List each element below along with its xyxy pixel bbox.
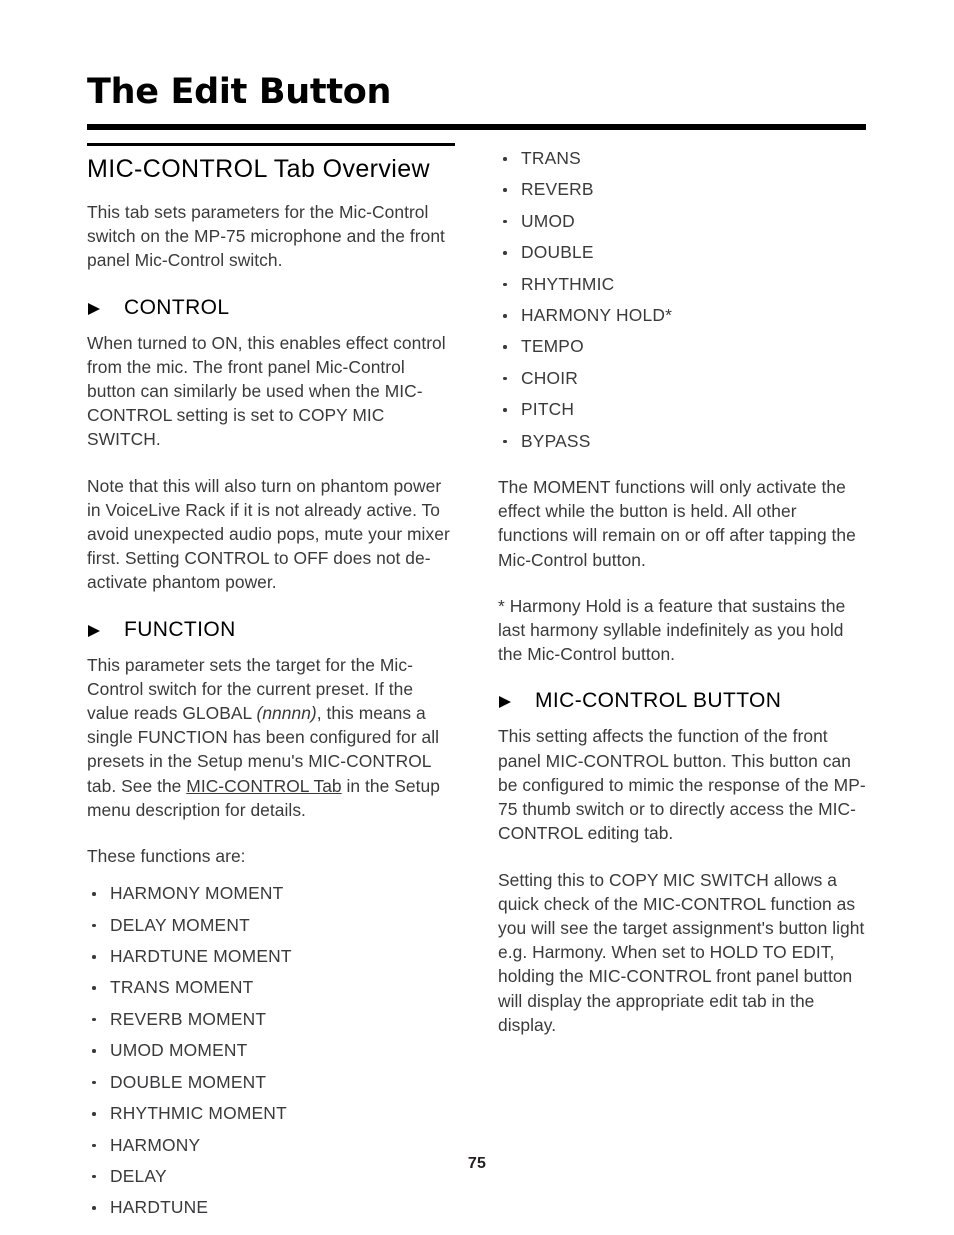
title-divider-rule bbox=[87, 124, 866, 130]
list-item: HARDTUNE bbox=[87, 1192, 455, 1223]
subheading-mic-control-button: MIC-CONTROL BUTTON bbox=[498, 688, 866, 714]
subheading-function-label: FUNCTION bbox=[124, 617, 236, 641]
list-item-label: PITCH bbox=[521, 399, 575, 420]
bullet-dot-icon bbox=[503, 157, 507, 161]
list-item-label: UMOD MOMENT bbox=[110, 1040, 248, 1061]
list-item-label: RHYTHMIC MOMENT bbox=[110, 1103, 287, 1124]
bullet-dot-icon bbox=[503, 251, 507, 255]
list-item: DOUBLE MOMENT bbox=[87, 1067, 455, 1098]
list-item: HARDTUNE MOMENT bbox=[87, 941, 455, 972]
bullet-dot-icon bbox=[503, 188, 507, 192]
harmony-hold-footnote: * Harmony Hold is a feature that sustain… bbox=[498, 595, 846, 665]
triangle-right-icon bbox=[498, 695, 512, 709]
title-block: The Edit Button bbox=[87, 72, 867, 130]
list-item-label: DELAY MOMENT bbox=[110, 914, 250, 935]
bullet-dot-icon bbox=[92, 1112, 96, 1116]
section-heading-mic-control-tab-overview: MIC-CONTROL Tab Overview bbox=[87, 155, 430, 183]
list-item: HARMONY HOLD* bbox=[498, 300, 866, 331]
bullet-dot-icon bbox=[503, 314, 507, 318]
bullet-dot-icon bbox=[92, 986, 96, 990]
list-item: UMOD bbox=[498, 206, 866, 237]
list-item-label: REVERB MOMENT bbox=[110, 1008, 267, 1029]
page-number: 75 bbox=[467, 1155, 487, 1172]
body-columns: MIC-CONTROL Tab Overview This tab sets p… bbox=[87, 143, 867, 1217]
list-item: CHOIR bbox=[498, 363, 866, 394]
function-paragraph: This parameter sets the target for the M… bbox=[87, 653, 455, 822]
bullet-dot-icon bbox=[92, 1206, 96, 1210]
list-item-label: TRANS MOMENT bbox=[110, 977, 254, 998]
list-item: DOUBLE bbox=[498, 237, 866, 268]
bullet-dot-icon bbox=[92, 1080, 96, 1085]
list-item-label: CHOIR bbox=[521, 367, 579, 388]
list-item-label: TRANS bbox=[521, 148, 581, 168]
bullet-dot-icon bbox=[92, 1174, 96, 1179]
section-divider-rule bbox=[87, 143, 455, 146]
list-item: REVERB bbox=[498, 174, 866, 205]
bullet-dot-icon bbox=[92, 955, 96, 959]
bullet-dot-icon bbox=[503, 408, 507, 412]
mic-control-button-paragraph-1: This setting affects the function of the… bbox=[498, 726, 866, 844]
moment-functions-paragraph: The MOMENT functions will only activate … bbox=[498, 477, 856, 570]
bullet-dot-icon bbox=[503, 376, 507, 381]
list-item: TRANS bbox=[498, 143, 866, 174]
right-column: TRANS REVERB UMOD DOUBLE RHYTHMIC HARMONY HOL… bbox=[498, 143, 866, 1059]
list-item-label: RHYTHMIC bbox=[521, 273, 615, 294]
list-item-label: BYPASS bbox=[521, 430, 591, 451]
triangle-right-icon bbox=[87, 624, 101, 638]
bullet-dot-icon bbox=[503, 345, 507, 349]
bullet-dot-icon bbox=[92, 1017, 96, 1022]
list-item: REVERB MOMENT bbox=[87, 1004, 455, 1035]
control-paragraph-2: Note that this will also turn on phantom… bbox=[87, 475, 450, 593]
list-item: RHYTHMIC bbox=[498, 269, 866, 300]
document-page: The Edit Button MIC-CONTROL Tab Overview… bbox=[0, 0, 954, 1235]
bullet-dot-icon bbox=[92, 1049, 96, 1053]
list-item: BYPASS bbox=[498, 426, 866, 457]
list-item-label: TEMPO bbox=[521, 336, 584, 357]
subheading-function: FUNCTION bbox=[87, 617, 455, 643]
list-item-label: DOUBLE bbox=[521, 242, 594, 263]
bullet-dot-icon bbox=[92, 923, 96, 928]
function-paragraph-italic-value: (nnnnn) bbox=[256, 703, 317, 724]
bullet-dot-icon bbox=[92, 892, 96, 896]
list-item: PITCH bbox=[498, 394, 866, 425]
functions-list-intro: These functions are: bbox=[87, 846, 246, 867]
bullet-dot-icon bbox=[503, 219, 507, 224]
list-item: TEMPO bbox=[498, 331, 866, 362]
bullet-dot-icon bbox=[92, 1143, 96, 1148]
subheading-control: CONTROL bbox=[87, 295, 455, 321]
list-item-label: HARMONY HOLD* bbox=[521, 305, 673, 326]
bullet-dot-icon bbox=[503, 282, 507, 287]
list-item: UMOD MOMENT bbox=[87, 1035, 455, 1066]
list-item-label: DOUBLE MOMENT bbox=[110, 1071, 267, 1092]
triangle-right-icon bbox=[87, 302, 101, 316]
list-item-label: HARMONY MOMENT bbox=[110, 883, 284, 904]
mic-control-tab-link[interactable]: MIC-CONTROL Tab bbox=[186, 776, 341, 796]
list-item: DELAY MOMENT bbox=[87, 910, 455, 941]
left-column: MIC-CONTROL Tab Overview This tab sets p… bbox=[87, 143, 455, 1235]
list-item-label: HARDTUNE MOMENT bbox=[110, 946, 292, 967]
bullet-dot-icon bbox=[503, 439, 507, 444]
subheading-mic-control-button-label: MIC-CONTROL BUTTON bbox=[535, 689, 782, 713]
list-item: HARMONY MOMENT bbox=[87, 878, 455, 909]
list-item-label: REVERB bbox=[521, 179, 594, 200]
list-item-label: HARDTUNE bbox=[110, 1197, 209, 1218]
functions-list-right: TRANS REVERB UMOD DOUBLE RHYTHMIC HARMONY HOL… bbox=[498, 143, 866, 457]
page-title: The Edit Button bbox=[87, 72, 392, 112]
subheading-control-label: CONTROL bbox=[124, 295, 230, 319]
list-item-label: UMOD bbox=[521, 210, 575, 231]
mic-control-button-paragraph-2: Setting this to COPY MIC SWITCH allows a… bbox=[498, 869, 865, 1035]
list-item: TRANS MOMENT bbox=[87, 972, 455, 1003]
list-item-label: HARMONY bbox=[110, 1134, 201, 1155]
control-paragraph-1: When turned to ON, this enables effect c… bbox=[87, 332, 446, 450]
list-item: RHYTHMIC MOMENT bbox=[87, 1098, 455, 1129]
page-footer: 75 bbox=[0, 1155, 954, 1173]
intro-paragraph: This tab sets parameters for the Mic-Con… bbox=[87, 202, 445, 271]
